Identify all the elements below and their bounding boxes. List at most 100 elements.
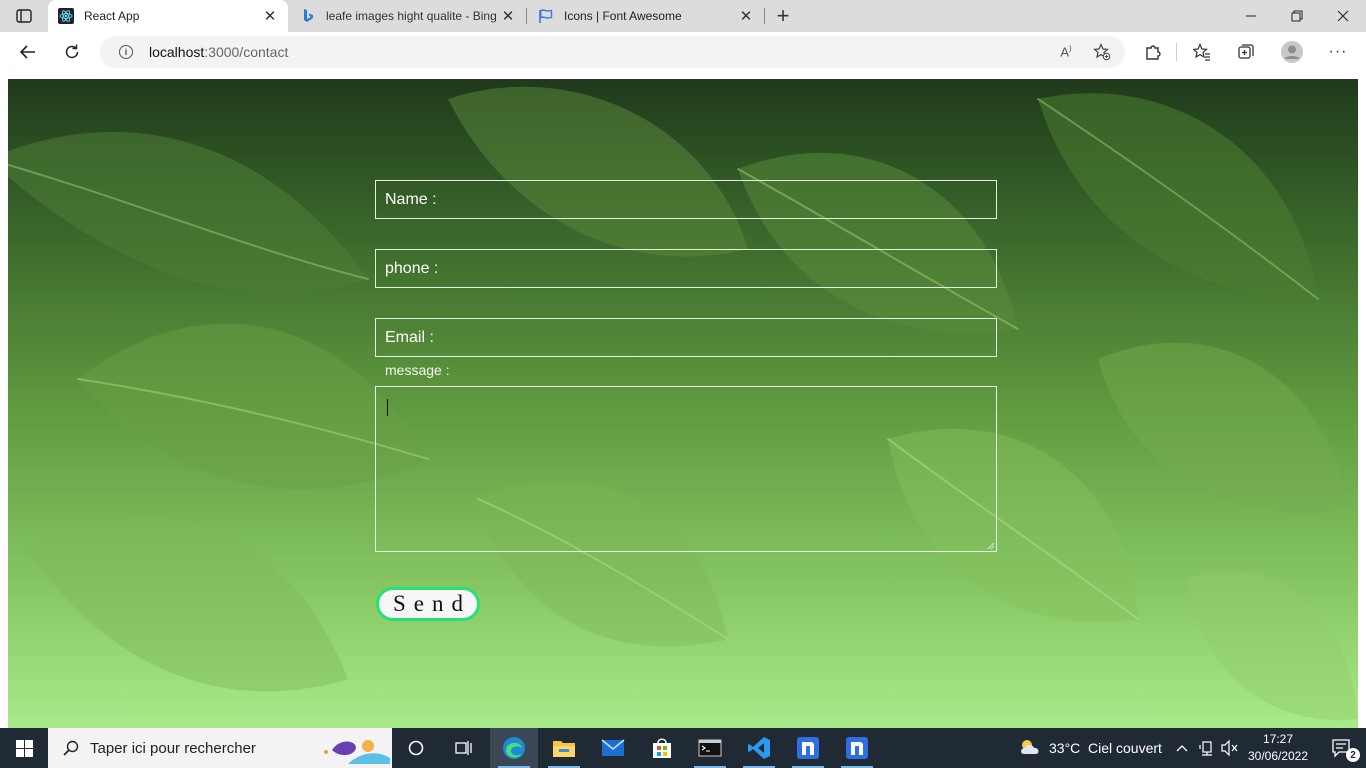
add-favorite-button[interactable] — [1090, 40, 1114, 64]
tab-title: leafe images hight qualite - Bing — [326, 9, 497, 23]
close-tab-icon[interactable]: ✕ — [736, 6, 756, 26]
weather-description[interactable]: Ciel couvert — [1088, 740, 1162, 756]
edge-icon — [503, 737, 525, 759]
tab-bing[interactable]: leafe images hight qualite - Bing ✕ — [290, 0, 526, 32]
task-view-icon — [455, 741, 472, 755]
favorites-icon — [1193, 43, 1210, 61]
email-input[interactable] — [376, 319, 996, 356]
read-aloud-icon: A) — [1060, 44, 1072, 60]
collections-button[interactable] — [1230, 36, 1262, 68]
cortana-button[interactable] — [392, 728, 440, 768]
back-arrow-icon — [19, 45, 35, 59]
more-icon: ··· — [1328, 43, 1348, 60]
windows-logo-icon — [15, 739, 33, 757]
email-field[interactable] — [375, 318, 997, 357]
close-icon — [1337, 10, 1349, 22]
tab-separator — [764, 8, 765, 24]
chevron-up-icon[interactable] — [1176, 744, 1188, 752]
close-window-button[interactable] — [1320, 0, 1366, 32]
send-button[interactable]: Send — [376, 587, 480, 621]
star-add-icon — [1093, 43, 1111, 61]
tab-separator — [526, 8, 527, 24]
n-app-icon — [797, 737, 819, 759]
plus-icon: + — [776, 3, 790, 28]
clock-time: 17:27 — [1262, 732, 1294, 746]
avatar-icon — [1281, 41, 1303, 63]
search-highlight-icon — [324, 740, 390, 764]
network-icon[interactable] — [1199, 740, 1215, 756]
vscode-button[interactable] — [735, 728, 783, 768]
tab-title: React App — [84, 9, 140, 23]
new-tab-button[interactable]: + — [770, 3, 796, 28]
folder-icon — [553, 741, 575, 757]
message-textarea[interactable] — [376, 387, 996, 551]
react-icon — [58, 8, 74, 24]
file-explorer-button[interactable] — [540, 728, 588, 768]
restore-button[interactable] — [1274, 0, 1320, 32]
text-caret — [387, 399, 388, 416]
tab-font-awesome[interactable]: Icons | Font Awesome ✕ — [528, 0, 764, 32]
notification-center-button[interactable]: 2 — [1318, 728, 1366, 768]
vscode-icon — [748, 737, 770, 759]
message-label: message : — [385, 362, 450, 378]
read-aloud-button[interactable]: A) — [1054, 40, 1078, 64]
puzzle-icon — [1146, 45, 1161, 60]
terminal-icon — [698, 739, 722, 757]
toolbar-separator — [1176, 43, 1177, 61]
name-field[interactable] — [375, 180, 997, 219]
flag-icon — [538, 8, 554, 24]
search-icon — [63, 740, 79, 756]
info-icon[interactable]: i — [119, 45, 133, 59]
speaker-muted-icon[interactable] — [1221, 740, 1239, 756]
taskbar-search-box[interactable]: Taper ici pour rechercher — [48, 728, 392, 768]
task-view-button[interactable] — [440, 728, 488, 768]
phone-input[interactable] — [376, 250, 996, 287]
system-clock[interactable]: 17:27 30/06/2022 — [1238, 731, 1318, 765]
edge-taskbar-button[interactable] — [490, 728, 538, 768]
tab-actions-button[interactable] — [8, 4, 40, 28]
message-field[interactable] — [375, 386, 997, 552]
back-button[interactable] — [12, 36, 44, 68]
app-n-button-1[interactable] — [784, 728, 832, 768]
profile-button[interactable] — [1276, 36, 1308, 68]
close-tab-icon[interactable]: ✕ — [498, 6, 518, 26]
resize-grip-icon[interactable] — [986, 541, 995, 550]
restore-icon — [1291, 10, 1303, 22]
minimize-icon — [1246, 15, 1256, 17]
page-viewport: message : Send — [0, 72, 1366, 728]
store-icon — [653, 738, 671, 758]
clock-date: 30/06/2022 — [1247, 749, 1309, 763]
n-app-icon — [846, 737, 868, 759]
cortana-icon — [408, 740, 424, 756]
collections-icon — [1238, 44, 1254, 59]
bing-icon — [300, 8, 316, 24]
weather-cloud-icon[interactable] — [1018, 738, 1042, 756]
mail-icon — [601, 739, 625, 756]
favorites-button[interactable] — [1186, 36, 1218, 68]
search-placeholder: Taper ici pour rechercher — [90, 739, 256, 757]
notification-badge: 2 — [1346, 748, 1360, 762]
store-button[interactable] — [638, 728, 686, 768]
settings-menu-button[interactable]: ··· — [1322, 36, 1354, 68]
mail-button[interactable] — [589, 728, 637, 768]
windows-taskbar: Taper ici pour rechercher 33°C Ciel couv… — [0, 728, 1366, 768]
minimize-button[interactable] — [1228, 0, 1274, 32]
refresh-icon — [65, 44, 79, 59]
app-n-button-2[interactable] — [833, 728, 881, 768]
weather-temperature[interactable]: 33°C — [1049, 740, 1080, 756]
name-input[interactable] — [376, 181, 996, 218]
tab-title: Icons | Font Awesome — [564, 9, 682, 23]
terminal-button[interactable] — [686, 728, 734, 768]
tab-actions-icon — [16, 9, 32, 23]
address-bar[interactable]: i localhost:3000/contact — [100, 36, 1125, 68]
refresh-button[interactable] — [56, 36, 88, 68]
close-tab-icon[interactable]: ✕ — [260, 6, 280, 26]
phone-field[interactable] — [375, 249, 997, 288]
extensions-button[interactable] — [1137, 36, 1169, 68]
url-host: localhost — [149, 44, 205, 60]
browser-toolbar: i localhost:3000/contact A) ··· — [0, 32, 1366, 72]
url-path: :3000/contact — [204, 44, 289, 60]
start-button[interactable] — [0, 728, 48, 768]
tab-react-app[interactable]: React App ✕ — [48, 0, 288, 32]
tab-strip: React App ✕ leafe images hight qualite -… — [0, 0, 1366, 32]
